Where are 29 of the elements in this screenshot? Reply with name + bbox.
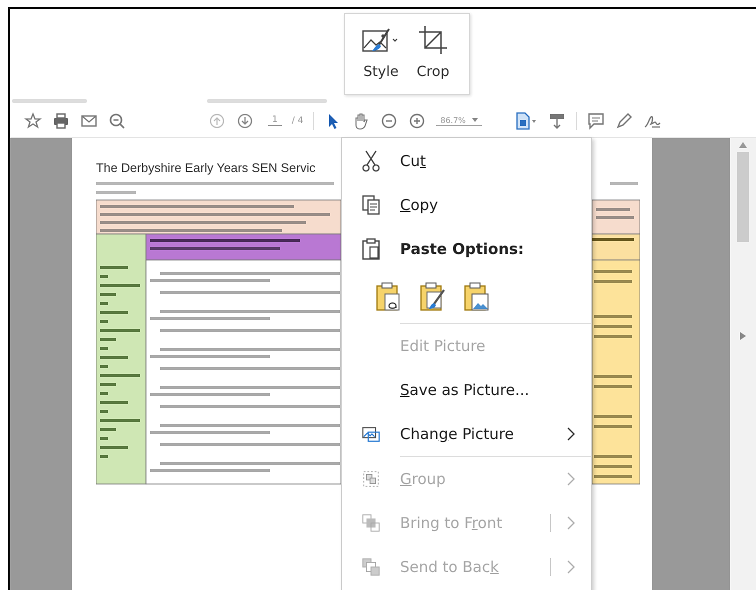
crop-button[interactable]: Crop xyxy=(409,20,457,94)
pen-icon[interactable] xyxy=(614,112,633,130)
style-button[interactable]: Style xyxy=(357,20,405,94)
next-page-icon[interactable] xyxy=(236,112,254,130)
scrollbar[interactable] xyxy=(730,138,756,590)
scroll-mode-icon[interactable] xyxy=(548,112,566,130)
print-icon[interactable] xyxy=(52,112,70,130)
clipboard-icon xyxy=(361,238,381,260)
expand-panel-icon[interactable] xyxy=(740,332,746,340)
page-count: / 4 xyxy=(292,116,304,126)
paste-options-heading: Paste Options: xyxy=(342,227,591,271)
menu-item[interactable]: Cut xyxy=(342,139,591,183)
scroll-up-icon[interactable] xyxy=(739,142,747,148)
zoom-in-circle-icon[interactable] xyxy=(408,112,426,130)
zoom-out-icon[interactable] xyxy=(108,112,126,130)
bookmark-star-icon[interactable] xyxy=(24,112,42,130)
document-title: The Derbyshire Early Years SEN Servic xyxy=(96,161,316,175)
bring-to-front-icon xyxy=(361,512,381,534)
menu-item[interactable]: Save as Picture... xyxy=(342,368,591,412)
menu-item[interactable]: Copy xyxy=(342,183,591,227)
zoom-out-circle-icon[interactable] xyxy=(380,112,398,130)
page-fit-icon[interactable] xyxy=(514,112,538,130)
menu-item[interactable]: Change Picture xyxy=(342,412,591,456)
scrollbar-thumb[interactable] xyxy=(737,152,749,242)
comment-icon[interactable] xyxy=(586,112,605,130)
send-to-back-icon xyxy=(361,556,381,578)
scissors-icon xyxy=(361,150,381,172)
caret-icon xyxy=(472,118,478,122)
copy-icon xyxy=(361,194,381,216)
